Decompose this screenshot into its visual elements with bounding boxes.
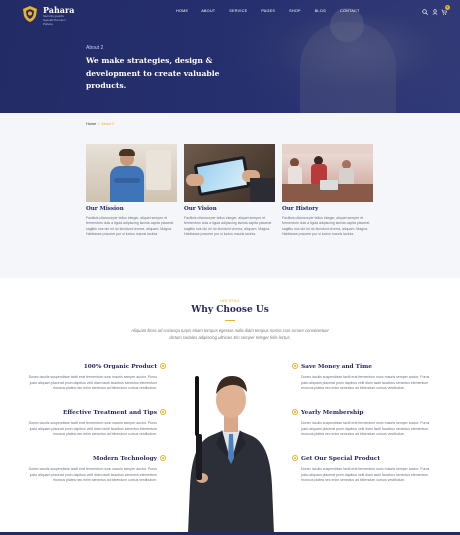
feature-title: Save Money and Time bbox=[301, 364, 372, 370]
feature-technology: Modern Technology Donec iaculis suspendi… bbox=[27, 455, 166, 484]
feature-text: Donec iaculis suspendisse taciti erat fe… bbox=[28, 467, 157, 483]
feature-treatment: Effective Treatment and Tips Donec iacul… bbox=[27, 409, 166, 438]
heart-icon bbox=[160, 409, 166, 415]
shield-logo-icon[interactable] bbox=[21, 5, 39, 23]
feature-title: Get Our Special Product bbox=[301, 456, 381, 462]
hero-title: We make strategies, design & development… bbox=[86, 56, 220, 90]
nav-shop[interactable]: SHOP bbox=[289, 9, 301, 13]
chip-icon bbox=[160, 455, 166, 461]
title-divider bbox=[225, 320, 235, 321]
breadcrumb-home[interactable]: Home bbox=[86, 122, 96, 126]
history-title: Our History bbox=[282, 206, 319, 212]
hero-guard-head-silhouette bbox=[330, 8, 364, 42]
feature-title: Modern Technology bbox=[93, 456, 157, 462]
main-nav: HOME ABOUT SERVICE PAGES SHOP BLOG CONTA… bbox=[176, 9, 374, 13]
brand-tagline: Security guards Special Premium Pahara bbox=[43, 14, 66, 26]
feature-text: Donec iaculis suspendisse taciti erat fe… bbox=[28, 375, 157, 391]
feature-title: Effective Treatment and Tips bbox=[62, 410, 157, 416]
mission-image bbox=[86, 144, 177, 202]
nav-service[interactable]: SERVICE bbox=[229, 9, 247, 13]
leaf-icon bbox=[160, 363, 166, 369]
feature-special-product: Get Our Special Product Donec iaculis su… bbox=[292, 455, 431, 484]
feature-text: Donec iaculis suspendisse taciti erat fe… bbox=[301, 467, 430, 483]
mission-title: Our Mission bbox=[86, 206, 124, 212]
cart-count-badge: 0 bbox=[445, 5, 450, 10]
breadcrumb: Home / About 2 bbox=[86, 122, 114, 126]
feature-text: Donec iaculis suspendisse taciti erat fe… bbox=[301, 375, 430, 391]
clock-icon bbox=[292, 363, 298, 369]
nav-about[interactable]: ABOUT bbox=[201, 9, 215, 13]
gift-icon bbox=[292, 455, 298, 461]
breadcrumb-separator: / bbox=[98, 122, 100, 126]
mission-card: Our Mission Facilisis ullamcorper tellus… bbox=[86, 144, 177, 237]
history-card: Our History Facilisis ullamcorper tellus… bbox=[282, 144, 373, 237]
history-text: Facilisis ullamcorper tellus integer, al… bbox=[282, 216, 370, 236]
why-kicker: LIFE STYLE bbox=[220, 299, 240, 303]
hero-banner: Pahara Security guards Special Premium P… bbox=[0, 0, 460, 113]
vision-image bbox=[184, 144, 275, 202]
user-icon[interactable] bbox=[432, 9, 438, 15]
why-lead: Aliquam litora ad sociosqu turpis etiam … bbox=[131, 328, 329, 340]
vision-card: Our Vision Facilisis ullamcorper tellus … bbox=[184, 144, 275, 237]
badge-icon bbox=[292, 409, 298, 415]
search-icon[interactable] bbox=[422, 9, 428, 15]
history-image bbox=[282, 144, 373, 202]
nav-home[interactable]: HOME bbox=[176, 9, 188, 13]
feature-membership: Yearly Membership Donec iaculis suspendi… bbox=[292, 409, 431, 438]
nav-contact[interactable]: CONTACT bbox=[340, 9, 359, 13]
feature-title: Yearly Membership bbox=[301, 410, 364, 416]
vision-title: Our Vision bbox=[184, 206, 217, 212]
vision-text: Facilisis ullamcorper tellus integer, al… bbox=[184, 216, 272, 236]
nav-pages[interactable]: PAGES bbox=[261, 9, 275, 13]
feature-title: 100% Organic Product bbox=[83, 364, 157, 370]
feature-text: Donec iaculis suspendisse taciti erat fe… bbox=[28, 421, 157, 437]
feature-text: Donec iaculis suspendisse taciti erat fe… bbox=[301, 421, 430, 437]
breadcrumb-current: About 2 bbox=[101, 122, 115, 126]
nav-blog[interactable]: BLOG bbox=[315, 9, 326, 13]
why-title: Why Choose Us bbox=[191, 305, 269, 315]
mission-text: Facilisis ullamcorper tellus integer, al… bbox=[86, 216, 174, 236]
security-guard-image bbox=[188, 376, 274, 534]
feature-organic: 100% Organic Product Donec iaculis suspe… bbox=[27, 363, 166, 392]
hero-kicker: About 2 bbox=[86, 45, 104, 51]
feature-save-money: Save Money and Time Donec iaculis suspen… bbox=[292, 363, 431, 392]
